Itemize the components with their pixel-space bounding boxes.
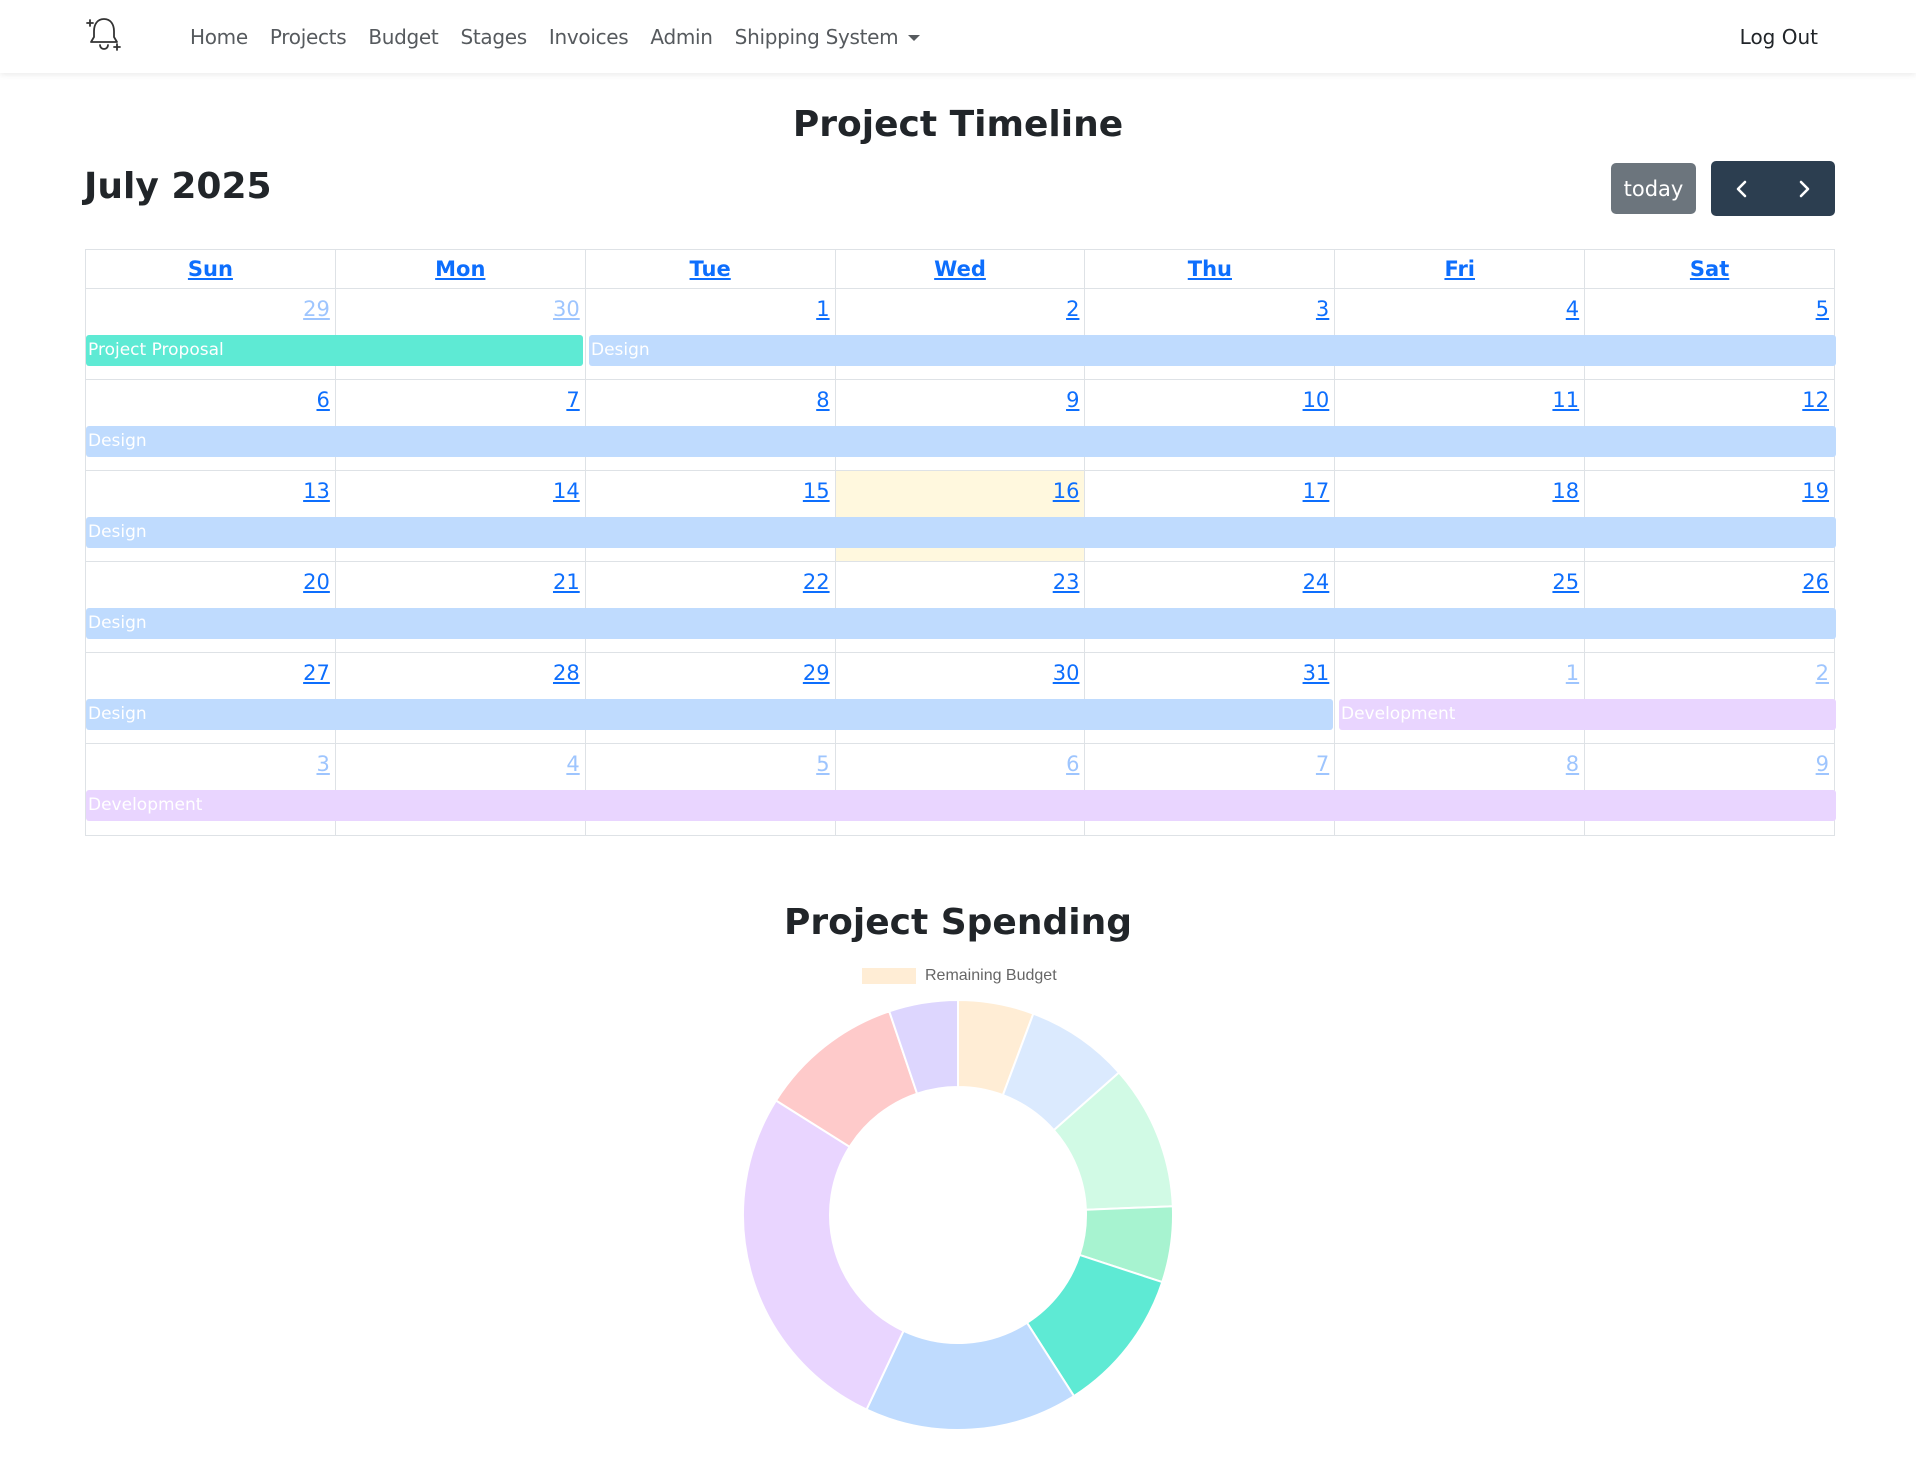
donut-slice[interactable] xyxy=(742,1099,905,1411)
spending-donut-chart xyxy=(742,998,1174,1431)
